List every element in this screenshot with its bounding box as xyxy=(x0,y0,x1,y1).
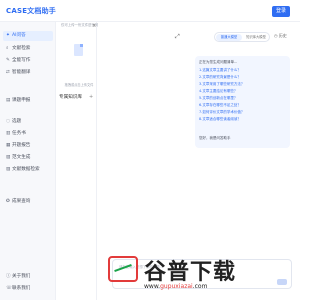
suggested-question[interactable]: 1.这篇文章主要讲了什么？ xyxy=(199,68,241,72)
sidebar-item-sample[interactable]: ▧ 范文生成 xyxy=(3,153,53,163)
top-header: CASE文档助手 登录 xyxy=(0,0,300,22)
watermark-text: 谷普下载 xyxy=(144,260,237,285)
suggested-question[interactable]: 5.文章的创新点在哪里？ xyxy=(199,96,237,100)
watermark: 谷普下载 www.gupuxiazai.com xyxy=(108,250,236,294)
assistant-note: 您好，我是问答助手 xyxy=(199,136,231,140)
suggested-question[interactable]: 3.文章采用了哪些研究方法？ xyxy=(199,82,244,86)
suggested-question[interactable]: 6.文章存在哪些不足之处？ xyxy=(199,103,241,107)
suggested-question[interactable]: 2.文章的研究背景是什么？ xyxy=(199,75,241,79)
login-button[interactable]: 登录 xyxy=(272,6,290,17)
app-logo[interactable]: CASE文档助手 xyxy=(6,6,56,16)
upload-area[interactable]: 拖拽或点击上传文件 xyxy=(63,40,93,87)
tab-general-model[interactable]: 普通大模型 xyxy=(216,34,242,41)
sidebar-item-selection[interactable]: ◌ 选题 xyxy=(3,117,53,127)
sidebar-item-writing[interactable]: ✎ 全能写作 xyxy=(3,56,53,66)
sidebar-item-contact[interactable]: ☏联系我们 xyxy=(3,284,53,294)
assistant-message: 正在为您生成问题清单... 1.这篇文章主要讲了什么？ 2.文章的研究背景是什么… xyxy=(195,56,290,148)
suggested-question[interactable]: 8.文章适合哪些读者阅读？ xyxy=(199,117,241,121)
close-icon[interactable]: × xyxy=(92,23,96,29)
suggested-question[interactable]: 7.如何评价文章的学术价值？ xyxy=(199,110,244,114)
sidebar-item-ai-qa[interactable]: ✦ AI问答 xyxy=(3,31,53,41)
sidebar-item-topic[interactable]: ▤ 课题申报 xyxy=(3,96,53,106)
sidebar-item-about[interactable]: ⓘ关于我们 xyxy=(3,272,53,282)
knowledge-base-title: 专属知识库 xyxy=(59,95,82,100)
expand-icon[interactable]: ⤢ xyxy=(175,33,180,41)
send-button[interactable] xyxy=(277,279,287,285)
sidebar-nav: ✦ AI问答 ⌕ 文献检索 ✎ 全能写作 ⇄ 智能翻译 ▤ 课题申报 ◌ 选题 ▥ 任务书 ▦… xyxy=(0,22,56,300)
add-knowledge-button[interactable]: + xyxy=(89,94,93,100)
sidebar-item-literature[interactable]: ⌕ 文献检索 xyxy=(3,44,53,54)
sidebar-item-proposal[interactable]: ▦ 开题报告 xyxy=(3,141,53,151)
watermark-logo-icon xyxy=(108,256,138,282)
suggested-question[interactable]: 4.文章主要结论有哪些？ xyxy=(199,89,237,93)
sidebar-item-database[interactable]: ▨ 文献数据检索 xyxy=(3,165,53,175)
history-button[interactable]: ◷ 历史 xyxy=(274,33,287,39)
tab-knowledge-model[interactable]: 知识库大模型 xyxy=(243,34,269,41)
sidebar-item-translate[interactable]: ⇄ 智能翻译 xyxy=(3,68,53,78)
upload-text: 拖拽或点击上传文件 xyxy=(64,83,94,87)
watermark-url: www.gupuxiazai.com xyxy=(144,283,208,290)
model-tabs: 普通大模型 知识库大模型 xyxy=(214,32,270,42)
message-line: 正在为您生成问题清单... xyxy=(199,60,238,64)
document-icon xyxy=(74,44,83,56)
app-root: CASE文档助手 登录 ✦ AI问答 ⌕ 文献检索 ✎ 全能写作 ⇄ 智能翻译 ▤ 课题申… xyxy=(0,0,300,300)
sidebar-item-results[interactable]: ✪ 成果查询 xyxy=(3,197,53,207)
sidebar-item-task-book[interactable]: ▥ 任务书 xyxy=(3,129,53,139)
file-panel: 仅可上传一份文件进行问答 × 拖拽或点击上传文件 专属知识库 xyxy=(57,22,102,300)
